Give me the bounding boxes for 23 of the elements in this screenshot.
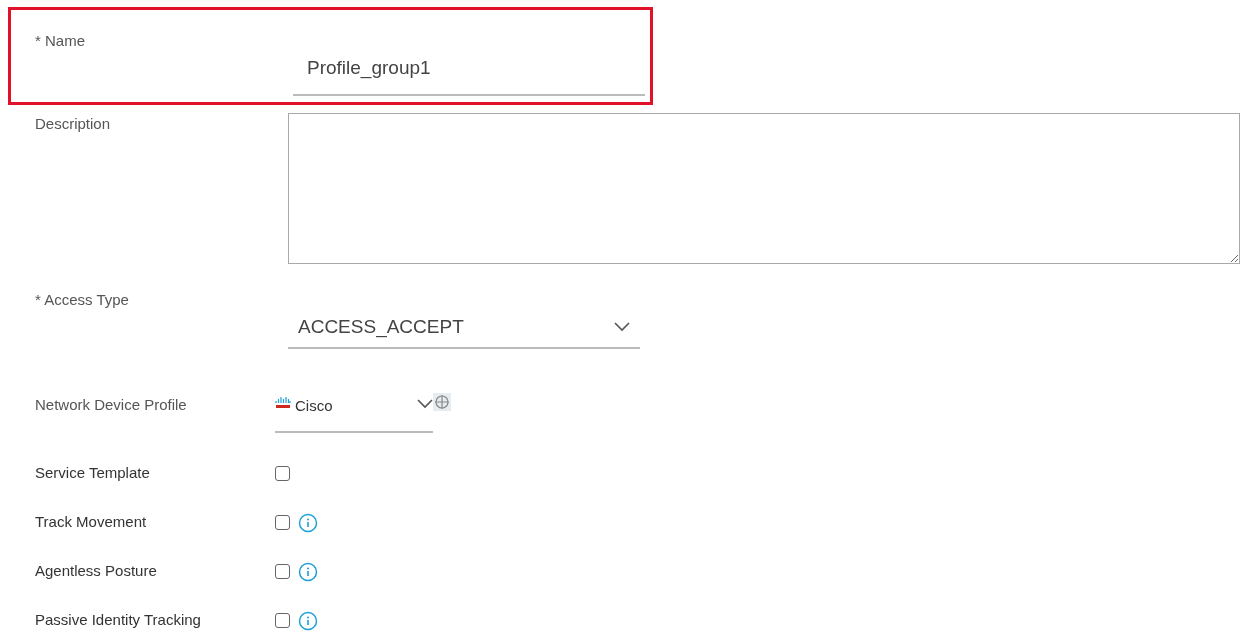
info-icon[interactable]: [298, 512, 318, 533]
option-label: Track Movement: [35, 512, 148, 533]
field-label: Network Device Profile: [35, 395, 188, 415]
option-label: Agentless Posture: [35, 561, 158, 582]
info-icon[interactable]: [298, 610, 318, 631]
checkbox[interactable]: [275, 466, 290, 481]
name-input[interactable]: Profile_group1: [293, 42, 645, 96]
access-type-select[interactable]: ACCESS_ACCEPT: [288, 289, 640, 349]
device-profile-select[interactable]: Cisco: [275, 387, 433, 433]
checkbox[interactable]: [275, 613, 290, 628]
info-icon[interactable]: [298, 561, 318, 582]
option-label: Passive Identity Tracking: [35, 610, 202, 631]
field-label: * Name: [35, 31, 87, 51]
field-label: Description: [35, 114, 112, 134]
field-label: * Access Type: [35, 290, 130, 310]
chevron-icon: [417, 399, 433, 409]
option-label: Service Template: [35, 463, 151, 484]
checkbox[interactable]: [275, 564, 290, 579]
checkbox[interactable]: [275, 515, 290, 530]
chevron-icon: [614, 322, 630, 332]
logo-icon: [275, 395, 291, 409]
description-field[interactable]: [288, 113, 1240, 264]
target-icon[interactable]: [433, 393, 451, 411]
